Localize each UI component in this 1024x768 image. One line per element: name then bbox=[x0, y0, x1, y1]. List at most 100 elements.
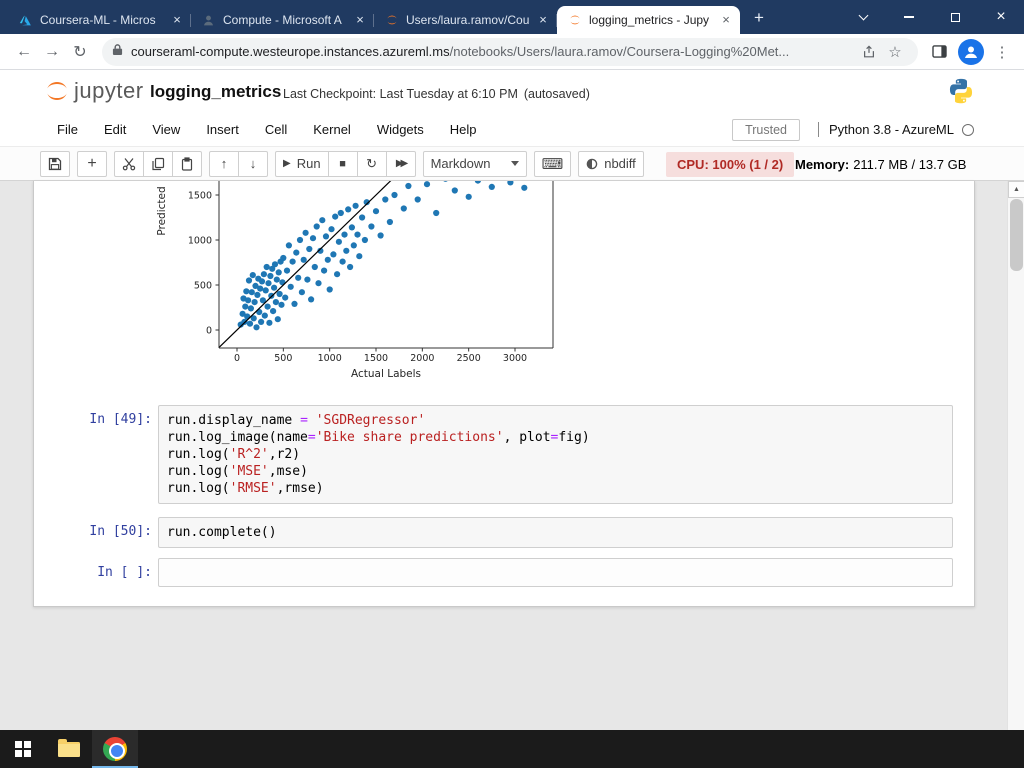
copy-icon bbox=[152, 157, 165, 170]
notebook-title[interactable]: logging_metrics bbox=[150, 82, 281, 102]
scrollbar-thumb[interactable] bbox=[1010, 199, 1023, 271]
close-window-button[interactable]: × bbox=[978, 0, 1024, 34]
tab-title: Users/laura.ramov/Cou bbox=[406, 13, 530, 27]
memory-usage: Memory: 211.7 MB / 13.7 GB bbox=[795, 157, 967, 172]
cell-prompt: In [49]: bbox=[89, 412, 152, 427]
kernel-indicator: Python 3.8 - AzureML bbox=[817, 122, 974, 137]
cut-icon bbox=[122, 157, 136, 170]
lock-icon bbox=[112, 43, 123, 61]
scatter-points bbox=[237, 181, 528, 331]
svg-text:1000: 1000 bbox=[188, 236, 212, 247]
cell-input-area[interactable]: run.complete() bbox=[158, 517, 953, 548]
minimize-button[interactable] bbox=[886, 0, 932, 34]
azure-icon bbox=[18, 13, 33, 28]
kernel-idle-icon bbox=[962, 123, 974, 136]
menu-cell[interactable]: Cell bbox=[252, 116, 300, 143]
move-cell-up-button[interactable]: ↑ bbox=[209, 150, 239, 177]
move-cell-down-button[interactable]: ↓ bbox=[238, 150, 268, 177]
restart-run-all-button[interactable]: ▶▶ bbox=[385, 150, 416, 177]
bookmark-star-icon[interactable]: ☆ bbox=[882, 39, 908, 65]
cell-type-select[interactable]: Markdown bbox=[422, 150, 527, 177]
svg-text:1500: 1500 bbox=[364, 353, 388, 364]
notebook-header: jupyter logging_metrics Last Checkpoint:… bbox=[0, 70, 1024, 113]
save-button[interactable] bbox=[40, 150, 70, 177]
chevron-down-icon bbox=[510, 161, 519, 166]
maximize-button[interactable] bbox=[932, 0, 978, 34]
svg-text:500: 500 bbox=[194, 281, 212, 292]
y-ticks: 0 500 1000 1500 bbox=[188, 191, 219, 337]
scrollbar-up-icon[interactable]: ▲ bbox=[1008, 181, 1024, 198]
kernel-name: Python 3.8 - AzureML bbox=[828, 122, 954, 137]
side-panel-icon[interactable] bbox=[926, 39, 952, 65]
nbdiff-button[interactable]: nbdiff bbox=[578, 150, 644, 177]
menu-edit[interactable]: Edit bbox=[91, 116, 139, 143]
tab-title: Coursera-ML - Micros bbox=[40, 13, 156, 27]
tab-search-chevron-icon[interactable] bbox=[840, 0, 886, 34]
chrome-taskbar-button[interactable] bbox=[92, 730, 138, 768]
paste-cell-button[interactable] bbox=[172, 150, 202, 177]
copy-cell-button[interactable] bbox=[143, 150, 173, 177]
jupyter-icon bbox=[384, 13, 399, 28]
cell-prompt: In [50]: bbox=[89, 524, 152, 539]
run-cell-button[interactable]: ▶ Run bbox=[275, 150, 329, 177]
profile-avatar[interactable] bbox=[958, 38, 984, 65]
interrupt-kernel-button[interactable]: ■ bbox=[327, 150, 358, 177]
tab-close-icon[interactable]: × bbox=[718, 12, 734, 28]
jupyter-logo-text: jupyter bbox=[74, 78, 144, 103]
cell-input-area[interactable]: run.display_name = 'SGDRegressor' run.log… bbox=[158, 405, 953, 504]
browser-menu-kebab-icon[interactable]: ⋮ bbox=[990, 43, 1014, 61]
trusted-badge[interactable]: Trusted bbox=[732, 118, 800, 141]
cut-cell-button[interactable] bbox=[114, 150, 144, 177]
menu-help[interactable]: Help bbox=[437, 116, 490, 143]
cell-input-area[interactable] bbox=[158, 558, 953, 587]
tab-logging-metrics[interactable]: logging_metrics - Jupy × bbox=[557, 6, 740, 34]
reload-icon[interactable]: ↻ bbox=[66, 38, 94, 66]
checkpoint-status: Last Checkpoint: Last Tuesday at 6:10 PM… bbox=[283, 87, 590, 101]
menu-file[interactable]: File bbox=[44, 116, 91, 143]
x-axis-label: Actual Labels bbox=[351, 368, 421, 380]
folder-icon bbox=[58, 738, 80, 757]
menu-widgets[interactable]: Widgets bbox=[364, 116, 437, 143]
nbdiff-icon bbox=[586, 158, 598, 169]
add-cell-button[interactable]: + bbox=[77, 150, 107, 177]
code-cell-50: In [50]: run.complete() bbox=[34, 517, 974, 548]
menu-kernel[interactable]: Kernel bbox=[300, 116, 364, 143]
share-icon[interactable] bbox=[856, 39, 882, 65]
chrome-icon bbox=[103, 737, 127, 761]
tab-close-icon[interactable]: × bbox=[535, 12, 551, 28]
azure-compute-icon bbox=[201, 13, 216, 28]
new-tab-button[interactable]: + bbox=[746, 5, 772, 31]
svg-text:3000: 3000 bbox=[503, 353, 527, 364]
jupyter-logo[interactable]: jupyter bbox=[44, 78, 144, 104]
url-path: /notebooks/Users/laura.ramov/Coursera-Lo… bbox=[449, 44, 790, 59]
autosave-status: (autosaved) bbox=[523, 87, 590, 101]
tab-close-icon[interactable]: × bbox=[169, 12, 185, 28]
tab-users-notebook[interactable]: Users/laura.ramov/Cou × bbox=[374, 6, 557, 34]
browser-address-bar: ← → ↻ courseraml-compute.westeurope.inst… bbox=[0, 34, 1024, 70]
command-palette-button[interactable]: ⌨ bbox=[533, 150, 572, 177]
tab-compute[interactable]: Compute - Microsoft A × bbox=[191, 6, 374, 34]
identity-line bbox=[219, 181, 392, 348]
svg-text:0: 0 bbox=[234, 353, 240, 364]
svg-text:1000: 1000 bbox=[318, 353, 342, 364]
back-icon[interactable]: ← bbox=[10, 38, 38, 66]
tab-coursera-ml[interactable]: Coursera-ML - Micros × bbox=[8, 6, 191, 34]
file-explorer-button[interactable] bbox=[46, 730, 92, 768]
notebook-menubar: File Edit View Insert Cell Kernel Widget… bbox=[0, 113, 1024, 147]
url-omnibox[interactable]: courseraml-compute.westeurope.instances.… bbox=[102, 37, 918, 66]
notebook-container: 0 500 1000 1500 0 500 1000 1500 2000 2500 3000 Ac… bbox=[33, 181, 975, 607]
svg-text:0: 0 bbox=[206, 326, 212, 337]
restart-kernel-button[interactable]: ↻ bbox=[356, 150, 387, 177]
python-logo-icon bbox=[946, 76, 976, 111]
tab-close-icon[interactable]: × bbox=[352, 12, 368, 28]
page-scrollbar[interactable]: ▲ bbox=[1007, 181, 1024, 730]
svg-text:1500: 1500 bbox=[188, 191, 212, 202]
menu-insert[interactable]: Insert bbox=[193, 116, 252, 143]
menu-view[interactable]: View bbox=[139, 116, 193, 143]
start-button[interactable] bbox=[0, 730, 46, 768]
forward-icon[interactable]: → bbox=[38, 38, 66, 66]
notebook-page: 0 500 1000 1500 0 500 1000 1500 2000 2500 3000 Ac… bbox=[0, 181, 1024, 730]
paste-icon bbox=[181, 156, 193, 171]
url-text[interactable]: courseraml-compute.westeurope.instances.… bbox=[131, 44, 856, 59]
jupyter-logo-icon bbox=[47, 82, 67, 100]
